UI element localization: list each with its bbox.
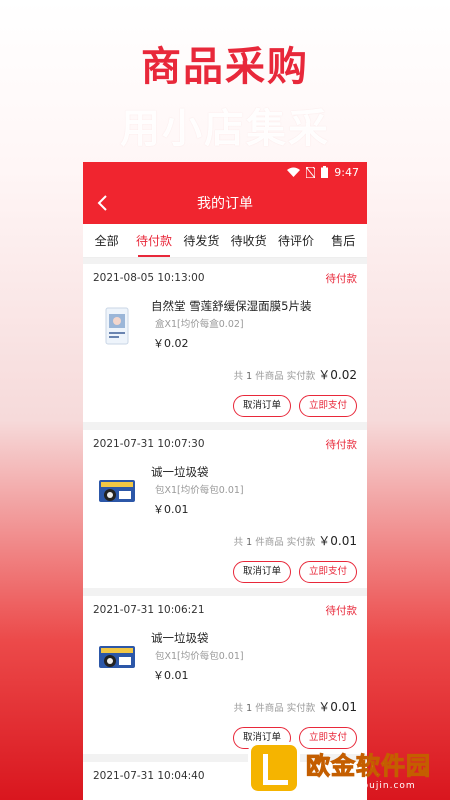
face-mask-product-image: [105, 307, 129, 345]
summary-label: 件商品 实付款: [255, 371, 316, 382]
watermark: 欧金软件园 www.apoujin.com: [248, 740, 448, 796]
product-spec: 盒X1[均价每盒0.02]: [155, 319, 244, 330]
tab-after-sales[interactable]: 售后: [320, 224, 367, 257]
tab-pending-receipt[interactable]: 待收货: [225, 224, 272, 257]
order-time: 2021-07-31 10:04:40: [93, 770, 205, 782]
summary-prefix: 共: [233, 703, 244, 714]
tab-pending-shipment[interactable]: 待发货: [178, 224, 225, 257]
order-total: ￥0.01: [318, 700, 357, 714]
status-bar: 9:47: [83, 162, 367, 182]
order-card[interactable]: 2021-07-31 10:06:21 待付款 诚一垃圾袋 包X1[均价每包0.…: [83, 596, 367, 754]
summary-label: 件商品 实付款: [255, 703, 316, 714]
product-spec: 包X1[均价每包0.01]: [155, 651, 244, 662]
order-summary: 共 1 件商品 实付款 ￥0.01: [93, 532, 357, 549]
product-price: ￥0.02: [153, 337, 189, 350]
order-time: 2021-07-31 10:07:30: [93, 438, 205, 450]
promo-subtitle: 用小店集采: [120, 106, 330, 152]
watermark-text: 欧金软件园: [306, 751, 431, 780]
no-sim-icon: [306, 166, 316, 178]
order-tabs: 全部 待付款 待发货 待收货 待评价 售后: [83, 224, 367, 258]
tab-pending-payment[interactable]: 待付款: [130, 224, 177, 257]
order-total: ￥0.02: [318, 368, 357, 382]
product-price: ￥0.01: [153, 503, 189, 516]
page-title: 我的订单: [197, 196, 253, 212]
pay-now-button[interactable]: 立即支付: [298, 395, 357, 417]
order-status: 待付款: [325, 272, 358, 285]
order-actions: 取消订单 立即支付: [93, 561, 357, 583]
cancel-order-button[interactable]: 取消订单: [232, 395, 291, 417]
order-time: 2021-07-31 10:06:21: [93, 604, 205, 616]
summary-prefix: 共: [233, 537, 244, 548]
phone-screen: 9:47 我的订单 全部 待付款 待发货 待收货 待评价 售后 2021-08-…: [83, 162, 367, 800]
product-name: 诚一垃圾袋: [151, 631, 209, 645]
order-list: 2021-08-05 10:13:00 待付款 自然堂 雪莲舒缓保湿面膜5片装 …: [83, 258, 367, 800]
battery-icon: [321, 166, 329, 178]
garbage-bag-product-image: [99, 480, 135, 502]
order-header: 2021-07-31 10:06:21 待付款: [93, 596, 357, 624]
order-header: 2021-07-31 10:07:30 待付款: [93, 430, 357, 458]
navbar: 我的订单: [83, 182, 367, 224]
order-item[interactable]: 诚一垃圾袋 包X1[均价每包0.01] ￥0.01: [93, 458, 357, 520]
watermark-logo-icon: [248, 742, 300, 794]
order-item[interactable]: 诚一垃圾袋 包X1[均价每包0.01] ￥0.01: [93, 624, 357, 686]
cancel-order-button[interactable]: 取消订单: [232, 561, 291, 583]
order-status: 待付款: [325, 438, 358, 451]
summary-label: 件商品 实付款: [255, 537, 316, 548]
order-item[interactable]: 自然堂 雪莲舒缓保湿面膜5片装 盒X1[均价每盒0.02] ￥0.02: [93, 292, 357, 354]
product-spec: 包X1[均价每包0.01]: [155, 485, 244, 496]
order-card[interactable]: 2021-08-05 10:13:00 待付款 自然堂 雪莲舒缓保湿面膜5片装 …: [83, 264, 367, 422]
order-summary: 共 1 件商品 实付款 ￥0.01: [93, 698, 357, 715]
watermark-url: www.apoujin.com: [321, 780, 416, 791]
order-summary: 共 1 件商品 实付款 ￥0.02: [93, 366, 357, 383]
back-arrow-icon[interactable]: [93, 193, 113, 213]
product-name: 自然堂 雪莲舒缓保湿面膜5片装: [151, 299, 312, 313]
product-name: 诚一垃圾袋: [151, 465, 209, 479]
order-actions: 取消订单 立即支付: [93, 395, 357, 417]
order-header: 2021-08-05 10:13:00 待付款: [93, 264, 357, 292]
product-price: ￥0.01: [153, 669, 189, 682]
tab-all[interactable]: 全部: [83, 224, 130, 257]
item-count: 1: [246, 371, 253, 382]
tab-pending-review[interactable]: 待评价: [272, 224, 319, 257]
summary-prefix: 共: [233, 371, 244, 382]
status-time: 9:47: [334, 165, 359, 179]
order-status: 待付款: [325, 604, 358, 617]
item-count: 1: [246, 537, 253, 548]
wifi-icon: [287, 167, 301, 177]
item-count: 1: [246, 703, 253, 714]
order-time: 2021-08-05 10:13:00: [93, 272, 205, 284]
order-card[interactable]: 2021-07-31 10:07:30 待付款 诚一垃圾袋 包X1[均价每包0.…: [83, 430, 367, 588]
garbage-bag-product-image: [99, 646, 135, 668]
promo-title: 商品采购: [141, 44, 309, 90]
order-total: ￥0.01: [318, 534, 357, 548]
pay-now-button[interactable]: 立即支付: [298, 561, 357, 583]
